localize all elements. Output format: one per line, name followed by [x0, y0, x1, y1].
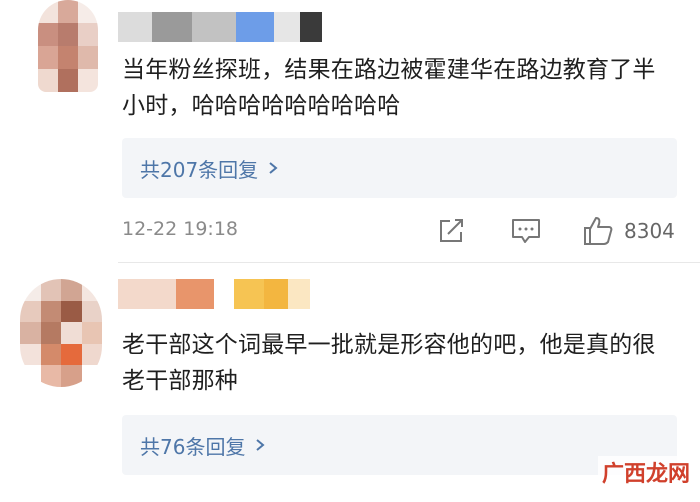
view-replies-button[interactable]: 共76条回复	[122, 415, 677, 475]
replies-count-label: 共76条回复	[140, 434, 246, 459]
comment-text: 当年粉丝探班，结果在路边被霍建华在路边教育了半小时，哈哈哈哈哈哈哈哈哈	[122, 57, 656, 119]
thumbs-up-icon	[584, 217, 613, 245]
watermark-logo: 广西龙网	[597, 456, 694, 488]
replies-count-label: 共207条回复	[140, 157, 259, 182]
like-count: 8304	[624, 219, 675, 243]
username-mosaic[interactable]	[118, 12, 322, 42]
comment-text: 老干部这个词最早一批就是形容他的吧，他是真的很老干部那种	[122, 332, 656, 394]
share-button[interactable]	[436, 214, 466, 248]
comment-icon	[512, 219, 540, 243]
reply-button[interactable]	[510, 214, 542, 248]
view-replies-button[interactable]: 共207条回复	[122, 138, 677, 198]
comment-meta: 12-22 19:18 8304	[122, 214, 682, 248]
comment-feed: 当年粉丝探班，结果在路边被霍建华在路边教育了半小时，哈哈哈哈哈哈哈哈哈 共207…	[0, 0, 700, 502]
timestamp: 12-22 19:18	[122, 218, 239, 240]
comment-divider	[118, 262, 700, 263]
username-mosaic[interactable]	[118, 279, 310, 309]
like-button[interactable]: 8304	[582, 214, 675, 248]
chevron-right-icon	[256, 439, 266, 451]
chevron-right-icon	[269, 162, 278, 174]
avatar[interactable]	[38, 0, 98, 92]
avatar[interactable]	[20, 279, 102, 387]
share-icon	[440, 219, 463, 242]
